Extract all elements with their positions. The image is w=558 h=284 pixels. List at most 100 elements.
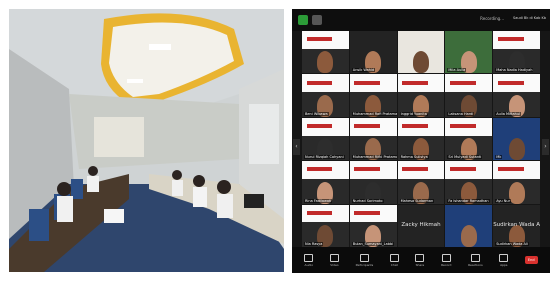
presentation-overlay: [445, 117, 493, 136]
participant-tile[interactable]: Laksana Hardi: [445, 74, 493, 117]
participant-name-label: Maha Nadia Hadiyah: [495, 68, 534, 73]
participant-tile[interactable]: Ayu Nur: [493, 161, 540, 204]
participant-tile[interactable]: Sri Mulyadi Sutanti: [445, 117, 493, 161]
presentation-overlay: [493, 74, 540, 93]
toolbar-label: Video: [330, 262, 339, 267]
participant-tile[interactable]: Muhammad Rafi Pratama: [349, 74, 397, 117]
participant-name-label: Laksana Hardi: [447, 111, 475, 116]
presentation-overlay: [397, 74, 445, 93]
participant-name-label: Ansik Wahid: [351, 68, 376, 73]
participant-name-label: Mk: [495, 155, 503, 160]
participant-tile[interactable]: Mahesa Sudarman: [397, 161, 445, 204]
participant-name-label: Mila Aulia: [447, 68, 467, 73]
meeting-room-photo: [9, 9, 284, 272]
participant-name-label: Nia Rasya: [304, 242, 324, 246]
toolbar-label: Record: [441, 262, 452, 267]
conference-top-bar: Recording... Saudi Bk di Kab Kb: [292, 9, 550, 31]
participant-tile[interactable]: [397, 31, 445, 74]
next-page-arrow[interactable]: ›: [542, 139, 549, 155]
participant-name-label: Bulan_Sumayani_Labbi: [351, 242, 395, 246]
host-label: Saudi Bk di Kab Kb: [513, 16, 546, 20]
participant-video: [508, 138, 525, 161]
audio-button[interactable]: Audio: [304, 253, 314, 267]
participant-tile[interactable]: Bulan_Sumayani_Labbi: [349, 204, 397, 247]
ceiling-light: [149, 44, 171, 50]
presentation-overlay: [493, 31, 540, 49]
recording-status: Recording...: [480, 16, 504, 21]
chat-button[interactable]: Chat: [389, 253, 399, 267]
info-icon[interactable]: [312, 15, 322, 25]
participant-tile[interactable]: Mk: [493, 117, 540, 161]
presentation-overlay: [302, 74, 349, 93]
presentation-overlay: [445, 74, 493, 93]
presentation-overlay: [445, 161, 493, 179]
participant-tile[interactable]: Sudirkan Wada Ali Sudirkan Wada Ali: [493, 204, 540, 247]
video-button[interactable]: Video: [329, 253, 339, 267]
laptop: [104, 209, 124, 223]
participant-tile[interactable]: Aulia Miftahul: [493, 74, 540, 117]
participant-grid: Ansik Wahid Mila Aulia Maha Nadia Hadiyah B…: [302, 31, 540, 247]
chat-icon: [389, 253, 399, 262]
participants-icon: [359, 253, 369, 262]
toolbar-label: Participants: [355, 262, 374, 267]
record-button[interactable]: Record: [441, 253, 452, 267]
participant-tile[interactable]: Beni Wibawa: [302, 74, 349, 117]
presentation-overlay: [302, 161, 349, 179]
participant-video: [460, 225, 477, 247]
participant-display-name: Zacky Hikmah: [401, 221, 441, 228]
participant-tile[interactable]: Inggrid Yuanita: [397, 74, 445, 117]
presentation-overlay: [397, 161, 445, 179]
reactions-button[interactable]: Reactions: [468, 253, 483, 267]
apps-button[interactable]: Apps: [499, 253, 509, 267]
audio-icon: [304, 253, 314, 262]
previous-page-arrow[interactable]: ‹: [293, 139, 300, 155]
participant-tile[interactable]: [445, 204, 493, 247]
reactions-icon: [470, 253, 480, 262]
presentation-overlay: [302, 204, 349, 223]
participant-display-name: Sudirkan Wada Ali: [493, 221, 540, 228]
participant-tile[interactable]: Maha Nadia Hadiyah: [493, 31, 540, 74]
toolbar-label: Chat: [390, 262, 398, 267]
end-button[interactable]: End: [524, 256, 538, 264]
share-button[interactable]: Share: [415, 253, 425, 267]
share-icon: [415, 253, 425, 262]
participant-tile[interactable]: [302, 31, 349, 74]
participant-tile[interactable]: Rina Fadilawati: [302, 161, 349, 204]
presentation-overlay: [349, 74, 397, 93]
participant-tile[interactable]: Nurhad Sorimoto: [349, 161, 397, 204]
projector-screen: [94, 117, 144, 157]
presentation-overlay: [397, 117, 445, 136]
participant-name-label: Muhammad Rifki Pratama: [351, 155, 397, 160]
person: [57, 196, 73, 222]
participant-name-label: Muhammad Rafi Pratama: [351, 111, 397, 116]
person: [193, 187, 207, 207]
video-conference-window: Recording... Saudi Bk di Kab Kb ‹ › Ansi…: [292, 9, 550, 273]
conference-toolbar: Audio Video Participants Chat Share Record Rea…: [292, 247, 550, 273]
laptop: [244, 194, 264, 208]
toolbar-label: Share: [415, 262, 425, 267]
presentation-overlay: [302, 117, 349, 136]
participant-tile[interactable]: Ansik Wahid: [349, 31, 397, 74]
participant-tile[interactable]: Fa Ishandar Ramadhan: [445, 161, 493, 204]
presentation-overlay: [302, 31, 349, 49]
participant-tile[interactable]: Nurul Rizqiah Cahyani: [302, 117, 349, 161]
participant-tile[interactable]: Mila Aulia: [445, 31, 493, 74]
participant-tile[interactable]: Zacky Hikmah: [397, 204, 445, 247]
participant-video: [317, 51, 334, 74]
participant-name-label: Nurhad Sorimoto: [351, 198, 384, 203]
participants-button[interactable]: Participants: [355, 253, 374, 267]
apps-icon: [499, 253, 509, 262]
presentation-overlay: [349, 204, 397, 223]
toolbar-label: Apps: [500, 262, 508, 267]
participant-video: [412, 51, 429, 74]
video-icon: [329, 253, 339, 262]
participant-tile[interactable]: Muhammad Rifki Pratama: [349, 117, 397, 161]
person: [172, 180, 183, 196]
participant-tile[interactable]: Nia Rasya: [302, 204, 349, 247]
participant-name-label: Sudirkan Wada Ali: [495, 242, 529, 246]
security-icon[interactable]: [298, 15, 308, 25]
participant-tile[interactable]: Rahma Sulistya: [397, 117, 445, 161]
participant-name-label: Ayu Nur: [495, 198, 512, 203]
participant-name-label: Rahma Sulistya: [399, 155, 429, 160]
toolbar-label: End: [527, 258, 535, 262]
